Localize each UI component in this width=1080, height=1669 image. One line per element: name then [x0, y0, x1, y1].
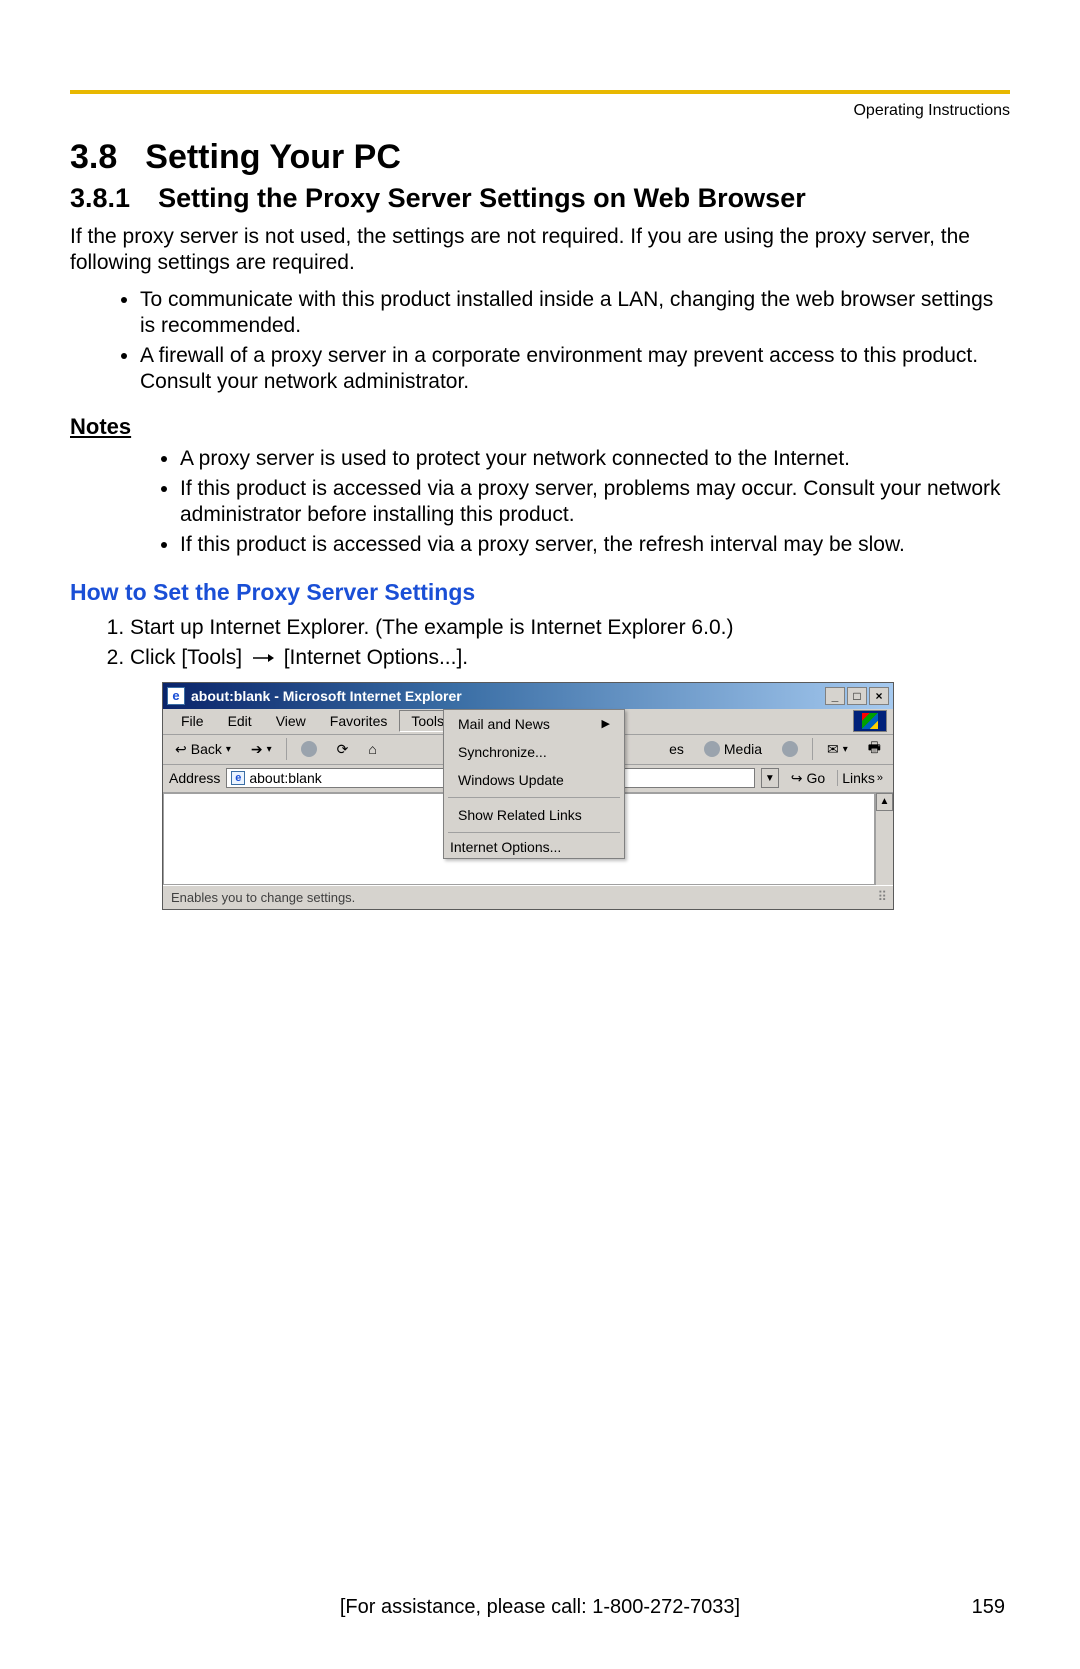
- dropdown-item-related-links[interactable]: Show Related Links: [444, 801, 624, 829]
- titlebar[interactable]: e about:blank - Microsoft Internet Explo…: [163, 683, 893, 709]
- dropdown-label: Mail and News: [458, 716, 550, 732]
- address-label: Address: [169, 770, 220, 786]
- tools-dropdown: Mail and News ▶ Synchronize... Windows U…: [443, 709, 625, 859]
- maximize-button[interactable]: □: [847, 687, 867, 705]
- notes-heading: Notes: [70, 414, 1010, 440]
- menu-edit[interactable]: Edit: [216, 710, 264, 732]
- dropdown-separator: [448, 832, 620, 833]
- dropdown-item-internet-options[interactable]: Internet Options...: [444, 836, 624, 858]
- chevron-down-icon: ▾: [843, 744, 848, 755]
- step-text: Start up Internet Explorer. (The example…: [130, 616, 733, 639]
- header-doc-label: Operating Instructions: [70, 102, 1010, 120]
- print-button[interactable]: 🖶: [862, 735, 887, 763]
- subsection-title: 3.8.1 Setting the Proxy Server Settings o…: [70, 183, 1010, 214]
- notes-list: A proxy server is used to protect your n…: [70, 446, 1010, 559]
- dropdown-separator: [448, 797, 620, 798]
- forward-arrow-icon: ➔: [251, 741, 263, 758]
- step-item: Start up Internet Explorer. (The example…: [130, 616, 1010, 640]
- dropdown-item-windows-update[interactable]: Windows Update: [444, 766, 624, 794]
- step-text-suffix: [Internet Options...].: [284, 646, 468, 669]
- vertical-scrollbar[interactable]: ▲: [875, 793, 893, 885]
- assistance-text: [For assistance, please call: 1-800-272-…: [340, 1596, 740, 1619]
- bullet-item: To communicate with this product install…: [140, 287, 1010, 340]
- ie-app-icon: e: [167, 687, 185, 705]
- arrow-icon: [252, 646, 274, 670]
- back-button[interactable]: ↩ Back ▾: [169, 739, 237, 760]
- back-arrow-icon: ↩: [175, 741, 187, 758]
- status-text: Enables you to change settings.: [171, 890, 355, 905]
- history-button[interactable]: [776, 739, 804, 759]
- resize-grip-icon[interactable]: ⠿: [877, 889, 885, 905]
- note-item: If this product is accessed via a proxy …: [180, 476, 1010, 529]
- ie-brand-icon: [853, 710, 887, 732]
- address-value: about:blank: [249, 770, 321, 786]
- menu-view[interactable]: View: [264, 710, 318, 732]
- go-label: Go: [807, 770, 826, 786]
- back-label: Back: [191, 741, 222, 757]
- scroll-up-button[interactable]: ▲: [876, 793, 893, 811]
- menu-favorites[interactable]: Favorites: [318, 710, 400, 732]
- history-icon: [782, 741, 798, 757]
- home-icon: ⌂: [368, 741, 376, 757]
- go-icon: ↪: [791, 770, 803, 787]
- header-rule: [70, 90, 1010, 94]
- stop-button[interactable]: [295, 739, 323, 759]
- page-footer: [For assistance, please call: 1-800-272-…: [0, 1596, 1080, 1619]
- links-label: Links: [842, 770, 875, 786]
- note-item: A proxy server is used to protect your n…: [180, 446, 1010, 472]
- chevron-down-icon: ▾: [267, 744, 272, 755]
- intro-bullets: To communicate with this product install…: [70, 287, 1010, 396]
- home-button[interactable]: ⌂: [362, 739, 382, 759]
- dropdown-item-mail[interactable]: Mail and News ▶: [444, 710, 624, 738]
- mail-icon: ✉: [827, 741, 839, 758]
- stop-icon: [301, 741, 317, 757]
- refresh-icon: ⟳: [337, 741, 349, 758]
- toolbar-separator: [286, 738, 287, 760]
- highlighted-option: Internet Options...: [450, 839, 561, 855]
- note-item: If this product is accessed via a proxy …: [180, 532, 1010, 558]
- window-title: about:blank - Microsoft Internet Explore…: [191, 688, 825, 704]
- print-icon: 🖶: [868, 737, 881, 761]
- section-number: 3.8: [70, 138, 117, 177]
- page-icon: e: [231, 771, 245, 785]
- page-number: 159: [972, 1596, 1005, 1619]
- refresh-button[interactable]: ⟳: [331, 739, 355, 760]
- step-text-prefix: Click [Tools]: [130, 646, 242, 669]
- dropdown-item-synchronize[interactable]: Synchronize...: [444, 738, 624, 766]
- howto-heading: How to Set the Proxy Server Settings: [70, 579, 1010, 606]
- toolbar-separator: [812, 738, 813, 760]
- minimize-button[interactable]: _: [825, 687, 845, 705]
- links-button[interactable]: Links »: [837, 770, 887, 786]
- address-dropdown-button[interactable]: ▼: [761, 768, 779, 788]
- forward-button[interactable]: ➔ ▾: [245, 739, 278, 760]
- favorites-label-partial: es: [669, 741, 684, 757]
- section-title-text: Setting Your PC: [145, 138, 401, 176]
- ie-window: e about:blank - Microsoft Internet Explo…: [162, 682, 894, 910]
- media-button[interactable]: Media: [698, 739, 768, 759]
- menu-file[interactable]: File: [169, 710, 216, 732]
- close-button[interactable]: ×: [869, 687, 889, 705]
- steps-list: Start up Internet Explorer. (The example…: [70, 616, 1010, 670]
- section-title: 3.8 Setting Your PC: [70, 138, 1010, 177]
- subsection-number: 3.8.1: [70, 183, 130, 214]
- scroll-track[interactable]: [876, 811, 893, 885]
- favorites-button-partial[interactable]: es: [663, 739, 690, 759]
- submenu-arrow-icon: ▶: [602, 717, 610, 730]
- mail-button[interactable]: ✉▾: [821, 739, 854, 760]
- chevron-down-icon: ▾: [226, 744, 231, 755]
- media-icon: [704, 741, 720, 757]
- subsection-title-text: Setting the Proxy Server Settings on Web…: [158, 183, 806, 213]
- go-button[interactable]: ↪ Go: [785, 770, 831, 787]
- bullet-item: A firewall of a proxy server in a corpor…: [140, 343, 1010, 396]
- step-item: Click [Tools] [Internet Options...].: [130, 646, 1010, 670]
- media-label: Media: [724, 741, 762, 757]
- chevron-right-icon: »: [877, 772, 883, 784]
- statusbar: Enables you to change settings. ⠿: [163, 885, 893, 909]
- intro-paragraph: If the proxy server is not used, the set…: [70, 224, 1010, 277]
